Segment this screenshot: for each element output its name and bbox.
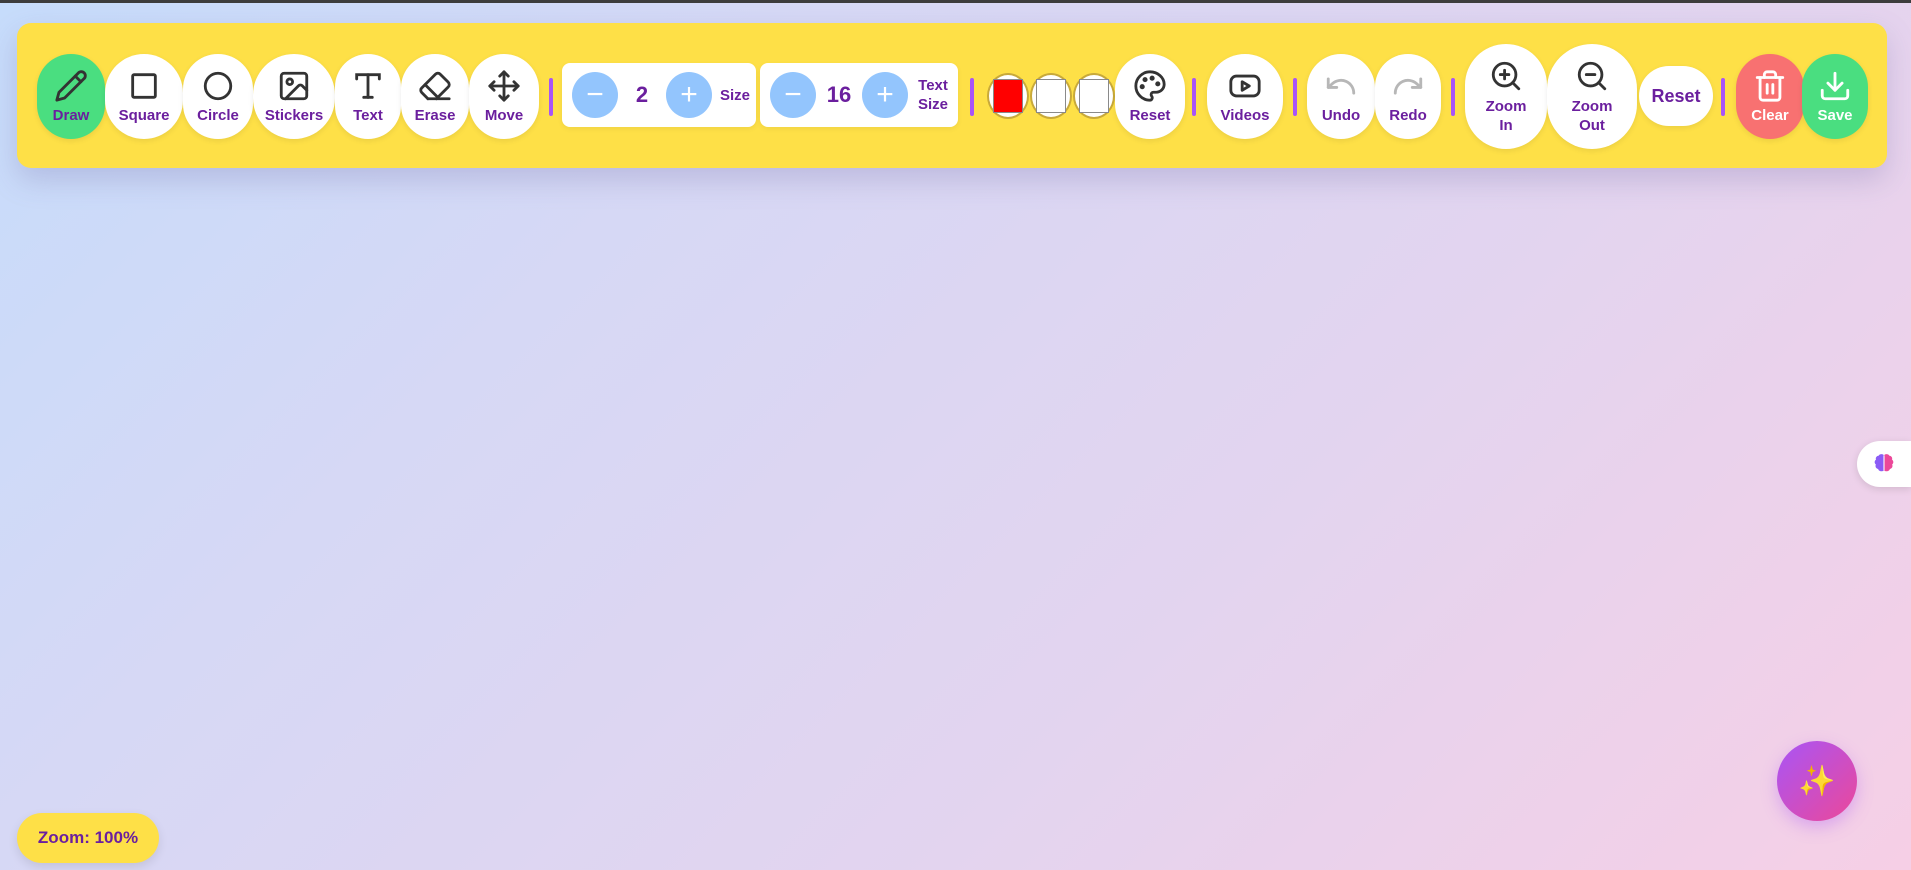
eraser-icon [419, 71, 451, 101]
draw-tool-button[interactable]: Draw [37, 54, 105, 139]
color-swatch-fill [1036, 79, 1066, 113]
save-button[interactable]: Save [1802, 54, 1868, 139]
stickers-label: Stickers [264, 107, 324, 124]
palette-icon [1134, 70, 1166, 102]
clear-label: Clear [1751, 107, 1789, 124]
videos-button[interactable]: Videos [1207, 54, 1283, 139]
stickers-tool-button[interactable]: Stickers [253, 54, 335, 139]
zoom-in-label-line2: In [1499, 116, 1513, 134]
zoom-out-icon [1577, 61, 1607, 90]
brain-icon [1874, 454, 1894, 472]
toolbar: Draw Square Circle Stickers Text Erase M… [17, 23, 1887, 168]
brush-size-stepper: − 2 + Size [562, 63, 756, 127]
text-label: Text [353, 107, 383, 124]
color-reset-label: Reset [1129, 107, 1171, 124]
zoom-reset-label: Reset [1651, 85, 1701, 106]
text-size-label-line1: Text [918, 77, 948, 94]
undo-icon [1326, 77, 1356, 95]
brush-size-decrease-button[interactable]: − [572, 72, 618, 118]
erase-label: Erase [414, 107, 456, 124]
text-size-label-line2: Size [918, 96, 949, 113]
text-tool-button[interactable]: Text [335, 54, 401, 139]
zoom-out-label-line2: Out [1579, 116, 1605, 134]
brush-size-label: Size [720, 86, 751, 104]
circle-tool-button[interactable]: Circle [183, 54, 253, 139]
zoom-out-button[interactable]: Zoom Out [1547, 44, 1637, 149]
download-icon [1820, 71, 1850, 101]
sparkles-icon: ✨ [1798, 764, 1836, 798]
toolbar-divider [1192, 78, 1196, 116]
zoom-in-button[interactable]: Zoom In [1465, 44, 1547, 149]
text-size-label: Text Size [918, 76, 948, 114]
text-size-stepper: − 16 + Text Size [760, 63, 958, 127]
side-panel-tab[interactable] [1857, 441, 1911, 487]
toolbar-divider [1293, 78, 1297, 116]
square-tool-button[interactable]: Square [105, 54, 183, 139]
image-icon [279, 71, 309, 101]
color-swatch-fill [993, 79, 1023, 113]
toolbar-divider [1451, 78, 1455, 116]
undo-button[interactable]: Undo [1307, 54, 1375, 139]
redo-button[interactable]: Redo [1375, 54, 1441, 139]
redo-icon [1393, 77, 1423, 95]
zoom-reset-button[interactable]: Reset [1639, 66, 1713, 126]
text-size-increase-button[interactable]: + [862, 72, 908, 118]
zoom-in-icon [1491, 61, 1521, 90]
color-swatch-red[interactable] [987, 73, 1029, 119]
undo-label: Undo [1321, 107, 1361, 124]
color-reset-button[interactable]: Reset [1115, 54, 1185, 139]
trash-icon [1755, 70, 1785, 102]
redo-label: Redo [1389, 107, 1427, 124]
videos-label: Videos [1220, 107, 1270, 124]
color-swatch-white[interactable] [1030, 73, 1072, 119]
circle-label: Circle [197, 107, 239, 124]
brush-size-value: 2 [635, 82, 649, 107]
color-swatch-white-2[interactable] [1073, 73, 1115, 119]
text-icon [355, 73, 381, 99]
move-icon [488, 70, 520, 102]
toolbar-divider [970, 78, 974, 116]
text-size-value: 16 [826, 82, 852, 107]
clear-button[interactable]: Clear [1736, 54, 1804, 139]
color-swatch-fill [1079, 79, 1109, 113]
square-icon [131, 73, 157, 99]
erase-tool-button[interactable]: Erase [401, 54, 469, 139]
toolbar-divider [549, 78, 553, 116]
move-label: Move [484, 107, 524, 124]
save-label: Save [1817, 107, 1853, 124]
zoom-in-label: Zoom In [1486, 97, 1527, 135]
brush-size-increase-button[interactable]: + [666, 72, 712, 118]
zoom-out-label: Zoom Out [1572, 97, 1613, 135]
circle-icon [203, 71, 233, 101]
zoom-status: Zoom: 100% [17, 813, 159, 863]
zoom-out-label-line1: Zoom [1571, 97, 1613, 115]
text-size-decrease-button[interactable]: − [770, 72, 816, 118]
window-top-border [0, 0, 1911, 3]
zoom-in-label-line1: Zoom [1485, 97, 1527, 115]
toolbar-divider [1721, 78, 1725, 116]
magic-fab-button[interactable]: ✨ [1777, 741, 1857, 821]
pencil-icon [55, 70, 87, 102]
video-play-icon [1229, 74, 1261, 98]
draw-label: Draw [52, 107, 90, 124]
square-label: Square [118, 107, 170, 124]
move-tool-button[interactable]: Move [469, 54, 539, 139]
